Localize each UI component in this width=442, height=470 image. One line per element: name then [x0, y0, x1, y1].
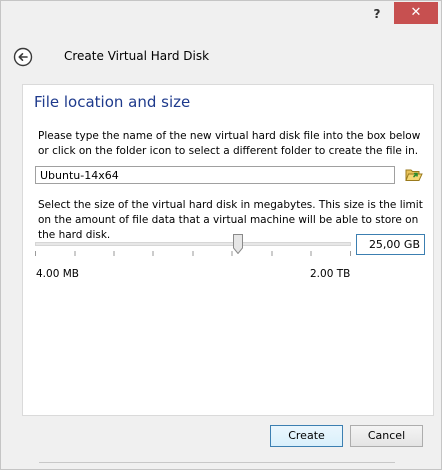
section-title: File location and size [34, 93, 191, 111]
close-icon: ✕ [410, 5, 422, 20]
close-button[interactable]: ✕ [394, 2, 438, 24]
slider-ticks [35, 251, 351, 256]
bottom-divider [39, 462, 395, 463]
dialog-title: Create Virtual Hard Disk [64, 49, 210, 63]
cancel-button[interactable]: Cancel [350, 425, 423, 447]
slider-thumb[interactable] [233, 234, 243, 254]
help-icon: ? [373, 7, 381, 21]
help-button[interactable]: ? [364, 4, 390, 24]
slider-min-label: 4.00 MB [36, 268, 79, 280]
dialog-window: ? ✕ Create Virtual Hard Disk File locati… [0, 0, 442, 470]
folder-button[interactable] [405, 167, 423, 183]
file-name-input[interactable] [35, 166, 395, 184]
slider-max-label: 2.00 TB [310, 268, 351, 280]
location-description: Please type the name of the new virtual … [38, 130, 421, 157]
titlebar: ? ✕ [1, 1, 441, 31]
slider-track [35, 242, 351, 246]
back-arrow-icon [13, 47, 33, 67]
content-panel: File location and size Please type the n… [22, 84, 434, 416]
create-button[interactable]: Create [270, 425, 343, 447]
folder-icon [405, 169, 423, 181]
back-button[interactable] [13, 47, 33, 67]
size-slider[interactable] [35, 231, 351, 257]
size-input[interactable] [356, 234, 425, 255]
